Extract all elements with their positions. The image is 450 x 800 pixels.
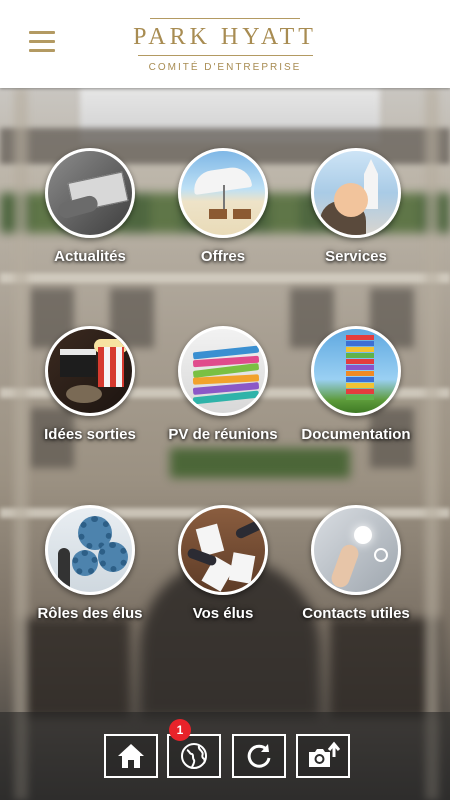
touch-contact-photo bbox=[311, 505, 401, 595]
cinema-popcorn-photo bbox=[45, 326, 135, 416]
brand-name: PARK HYATT bbox=[133, 24, 317, 50]
tile-pv-de-reunions[interactable]: PV de réunions bbox=[148, 326, 298, 443]
camera-upload-button[interactable] bbox=[296, 734, 350, 778]
refresh-icon bbox=[247, 744, 271, 768]
tile-services[interactable]: Services bbox=[281, 148, 431, 265]
home-button[interactable] bbox=[104, 734, 158, 778]
beach-umbrella-photo bbox=[178, 148, 268, 238]
family-castle-photo bbox=[311, 148, 401, 238]
refresh-button[interactable] bbox=[232, 734, 286, 778]
brand-divider bbox=[137, 55, 313, 56]
bottom-toolbar bbox=[0, 712, 450, 800]
camera-upload-icon bbox=[309, 741, 340, 767]
tile-actualites[interactable]: Actualités bbox=[15, 148, 165, 265]
home-icon bbox=[118, 744, 144, 768]
tile-documentation[interactable]: Documentation bbox=[281, 326, 431, 443]
tile-label: Idées sorties bbox=[44, 426, 136, 443]
brand-subtitle: COMITÉ D'ENTREPRISE bbox=[148, 62, 302, 73]
tile-label: Vos élus bbox=[192, 605, 254, 622]
brand-divider bbox=[150, 18, 300, 19]
gears-people-photo bbox=[45, 505, 135, 595]
tile-contacts-utiles[interactable]: Contacts utiles bbox=[281, 505, 431, 622]
globe-button[interactable] bbox=[167, 734, 221, 778]
notification-badge: 1 bbox=[169, 719, 191, 741]
book-tower-photo bbox=[311, 326, 401, 416]
tile-label: PV de réunions bbox=[168, 426, 278, 443]
tile-label: Documentation bbox=[301, 426, 411, 443]
tile-label: Rôles des élus bbox=[37, 605, 143, 622]
tile-label: Contacts utiles bbox=[302, 605, 410, 622]
tile-label: Actualités bbox=[54, 248, 126, 265]
tile-idees-sorties[interactable]: Idées sorties bbox=[15, 326, 165, 443]
app-header: PARK HYATT COMITÉ D'ENTREPRISE bbox=[0, 0, 450, 88]
tile-offres[interactable]: Offres bbox=[148, 148, 298, 265]
globe-icon bbox=[181, 743, 207, 769]
tile-label: Services bbox=[325, 248, 387, 265]
brand-logo: PARK HYATT COMITÉ D'ENTREPRISE bbox=[0, 18, 450, 73]
tile-label: Offres bbox=[200, 248, 246, 265]
meeting-table-photo bbox=[178, 505, 268, 595]
newspaper-photo bbox=[45, 148, 135, 238]
stacked-binders-photo bbox=[178, 326, 268, 416]
tile-roles-des-elus[interactable]: Rôles des élus bbox=[15, 505, 165, 622]
tile-vos-elus[interactable]: Vos élus bbox=[148, 505, 298, 622]
